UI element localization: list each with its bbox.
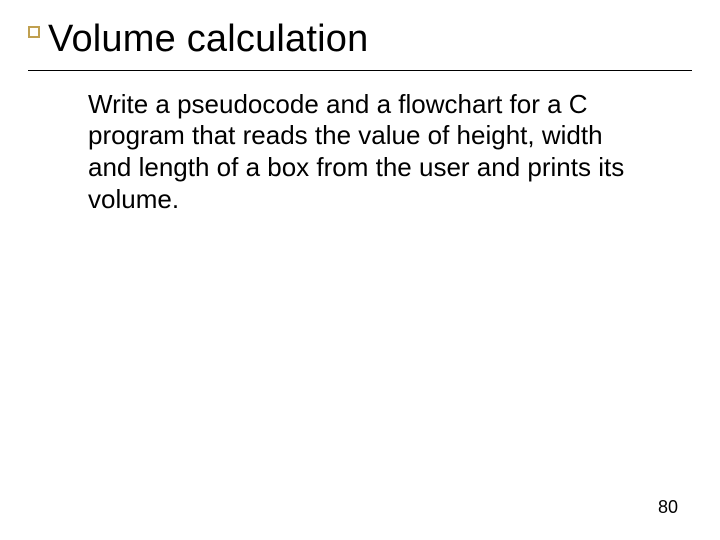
title-underline xyxy=(28,70,692,71)
accent-square-icon xyxy=(28,26,40,38)
title-block: Volume calculation xyxy=(28,18,692,62)
body-text: Write a pseudocode and a flowchart for a… xyxy=(88,89,632,216)
slide: Volume calculation Write a pseudocode an… xyxy=(0,0,720,540)
page-number: 80 xyxy=(658,497,678,518)
slide-body: Write a pseudocode and a flowchart for a… xyxy=(28,89,692,216)
slide-title: Volume calculation xyxy=(48,18,692,62)
